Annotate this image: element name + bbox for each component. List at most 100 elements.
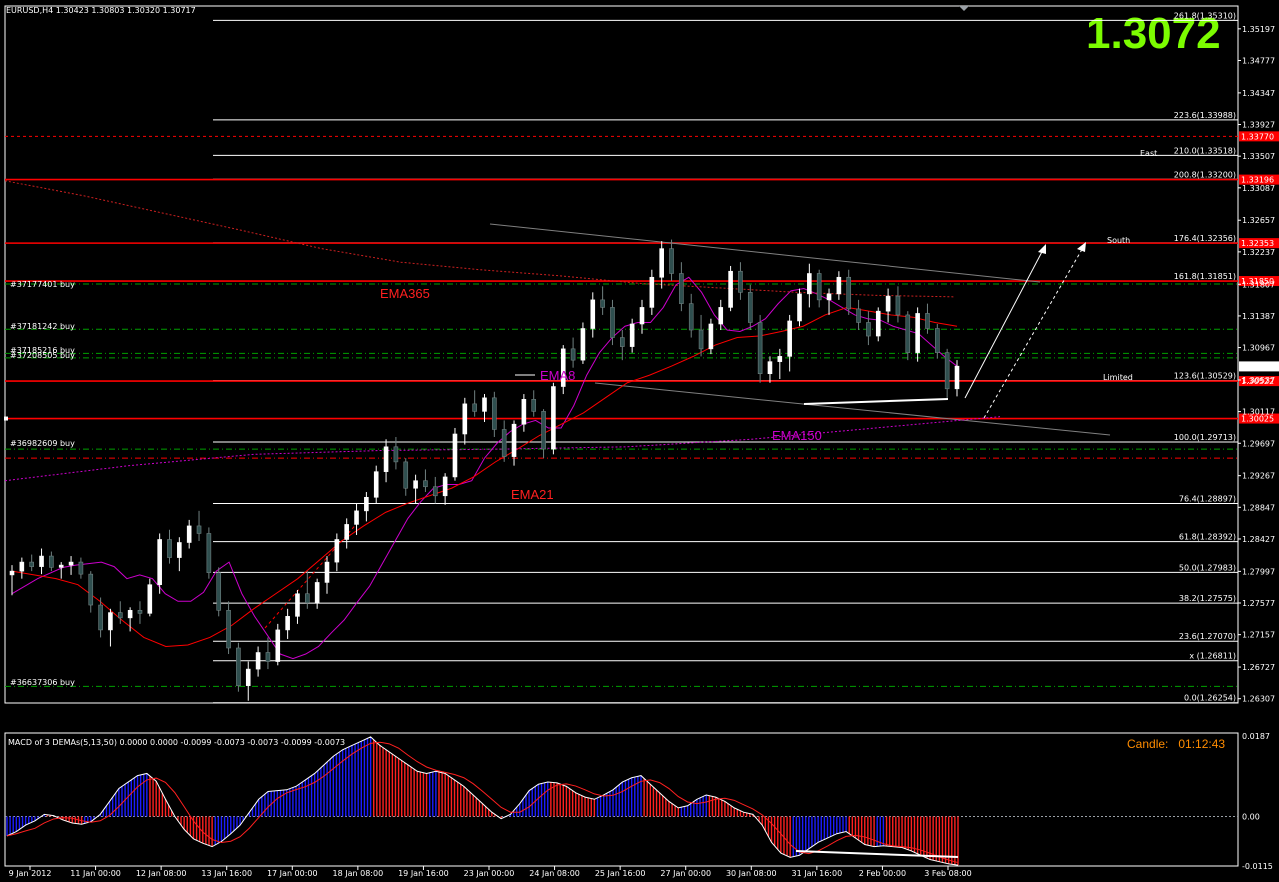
price-tick-label: 1.29697 — [1242, 439, 1275, 448]
time-tick-label: 13 Jan 16:00 — [201, 869, 252, 878]
fib-level-label: 176.4(1.32356) — [1174, 234, 1236, 243]
candle-body — [954, 365, 960, 390]
fib-level-label: x (1.26811) — [1189, 652, 1236, 661]
candle-body — [925, 313, 930, 329]
fib-level-label: 261.8(1.35310) — [1174, 11, 1236, 20]
time-axis: 9 Jan 2012 11 Jan 00:00 12 Jan 08:00 13 Jan… — [9, 866, 972, 878]
time-tick-label: 30 Jan 08:00 — [726, 869, 777, 878]
fib-level-label: 23.6(1.27070) — [1179, 632, 1236, 641]
candle-body — [836, 276, 842, 295]
candle-body — [610, 307, 615, 338]
main-frame — [4, 5, 1239, 704]
east-label: East — [1140, 149, 1157, 158]
candle-body — [580, 328, 586, 361]
candles — [9, 239, 960, 701]
price-tick-label: 1.27157 — [1242, 631, 1275, 640]
candle-body — [649, 276, 655, 308]
candle-body — [679, 273, 684, 304]
candle-body — [295, 593, 300, 617]
candle-body — [305, 593, 310, 604]
horizontal-levels: 261.8(1.35310) 223.6(1.33988) 210.0(1.3351… — [4, 11, 1238, 704]
price-tick-label: 1.30117 — [1242, 408, 1275, 417]
candle-body — [98, 604, 103, 631]
fib-level-label: 210.0(1.33518) — [1174, 146, 1236, 155]
candle-body — [314, 582, 320, 604]
price-tick-label: 1.31387 — [1242, 312, 1275, 321]
price-level-tag-text: 1.33770 — [1241, 132, 1274, 141]
price-tick-label: 1.33927 — [1242, 121, 1275, 130]
moving-averages — [4, 180, 1001, 660]
candle-body — [501, 429, 507, 457]
candle-body — [344, 524, 349, 540]
time-tick-label: 25 Jan 16:00 — [595, 869, 646, 878]
candle-body — [807, 273, 812, 295]
candle-body — [511, 423, 517, 457]
candle-body — [78, 561, 84, 575]
time-tick-label: 11 Jan 00:00 — [70, 869, 121, 878]
candle-body — [19, 561, 25, 572]
fib-level-label: 123.6(1.30529) — [1174, 372, 1236, 381]
candle-body — [334, 539, 340, 563]
current-price-tag-text: 1.30717 — [1241, 362, 1274, 371]
candle-body — [541, 411, 546, 450]
candle-body — [462, 403, 468, 435]
trend-lines — [264, 223, 1111, 629]
time-tick-label: 24 Jan 08:00 — [529, 869, 580, 878]
candle-body — [324, 561, 330, 583]
fib-level-label: 0.0(1.26254) — [1184, 694, 1236, 703]
fib-level-label: 50.0(1.27983) — [1179, 563, 1236, 572]
candle-body — [629, 323, 635, 347]
candle-body — [935, 328, 940, 353]
macd-axis-label: 0.0187 — [1242, 732, 1270, 741]
time-tick-label: 31 Jan 16:00 — [792, 869, 843, 878]
candle-body — [570, 348, 576, 361]
candle-body — [747, 292, 753, 323]
chart-canvas[interactable]: 261.8(1.35310) 223.6(1.33988) 210.0(1.3351… — [0, 0, 1279, 882]
fib-level-label: 61.8(1.28392) — [1179, 533, 1236, 542]
candle-body — [875, 310, 881, 337]
candle-body — [767, 361, 773, 375]
candle-body — [866, 322, 871, 337]
price-tick-label: 1.33507 — [1242, 152, 1275, 161]
candle-body — [452, 433, 458, 478]
candle-body — [432, 486, 438, 497]
candle-body — [127, 610, 133, 619]
candle-body — [9, 570, 15, 576]
ema8-line — [11, 276, 958, 660]
price-tick-label: 1.34777 — [1242, 56, 1275, 65]
price-tick-label: 1.31807 — [1242, 280, 1275, 289]
candle-body — [29, 561, 34, 567]
fib-level-label: 76.4(1.28897) — [1179, 495, 1236, 504]
projection-arrowhead — [1038, 244, 1046, 254]
fib-level-label: 223.6(1.33988) — [1174, 111, 1236, 120]
price-tick-label: 1.32237 — [1242, 248, 1275, 257]
candle-body — [245, 668, 251, 686]
ema8-label: EMA8 — [540, 368, 575, 383]
candle-body — [383, 446, 389, 472]
candle-body — [600, 299, 605, 308]
price-tick-label: 1.27577 — [1242, 599, 1275, 608]
chart-frame — [4, 5, 1239, 867]
price-tick-label: 1.26307 — [1242, 695, 1275, 704]
candle-body — [403, 461, 409, 489]
candle-body — [816, 273, 822, 301]
candle-body — [826, 293, 832, 301]
candle-body — [186, 525, 192, 543]
candle-body — [167, 539, 172, 558]
order-label: #36982609 buy — [10, 439, 75, 448]
candle-body — [108, 612, 113, 631]
price-tick-label: 1.29267 — [1242, 472, 1275, 481]
candle-body — [423, 480, 428, 488]
price-tick-label: 1.33087 — [1242, 184, 1275, 193]
candle-body — [364, 496, 369, 512]
order-label: #36637306 buy — [10, 678, 75, 687]
candle-body — [521, 399, 527, 425]
projection-arrow — [964, 247, 1045, 399]
projection-arrow-dashed — [983, 245, 1085, 419]
candle-body — [620, 337, 625, 347]
candle-body — [885, 295, 891, 312]
candle-body — [226, 610, 231, 649]
price-tick-label: 1.27997 — [1242, 567, 1275, 576]
macd-panel: 0.0187 0.00 -0.0115 — [5, 732, 1273, 871]
candle-body — [147, 584, 153, 614]
